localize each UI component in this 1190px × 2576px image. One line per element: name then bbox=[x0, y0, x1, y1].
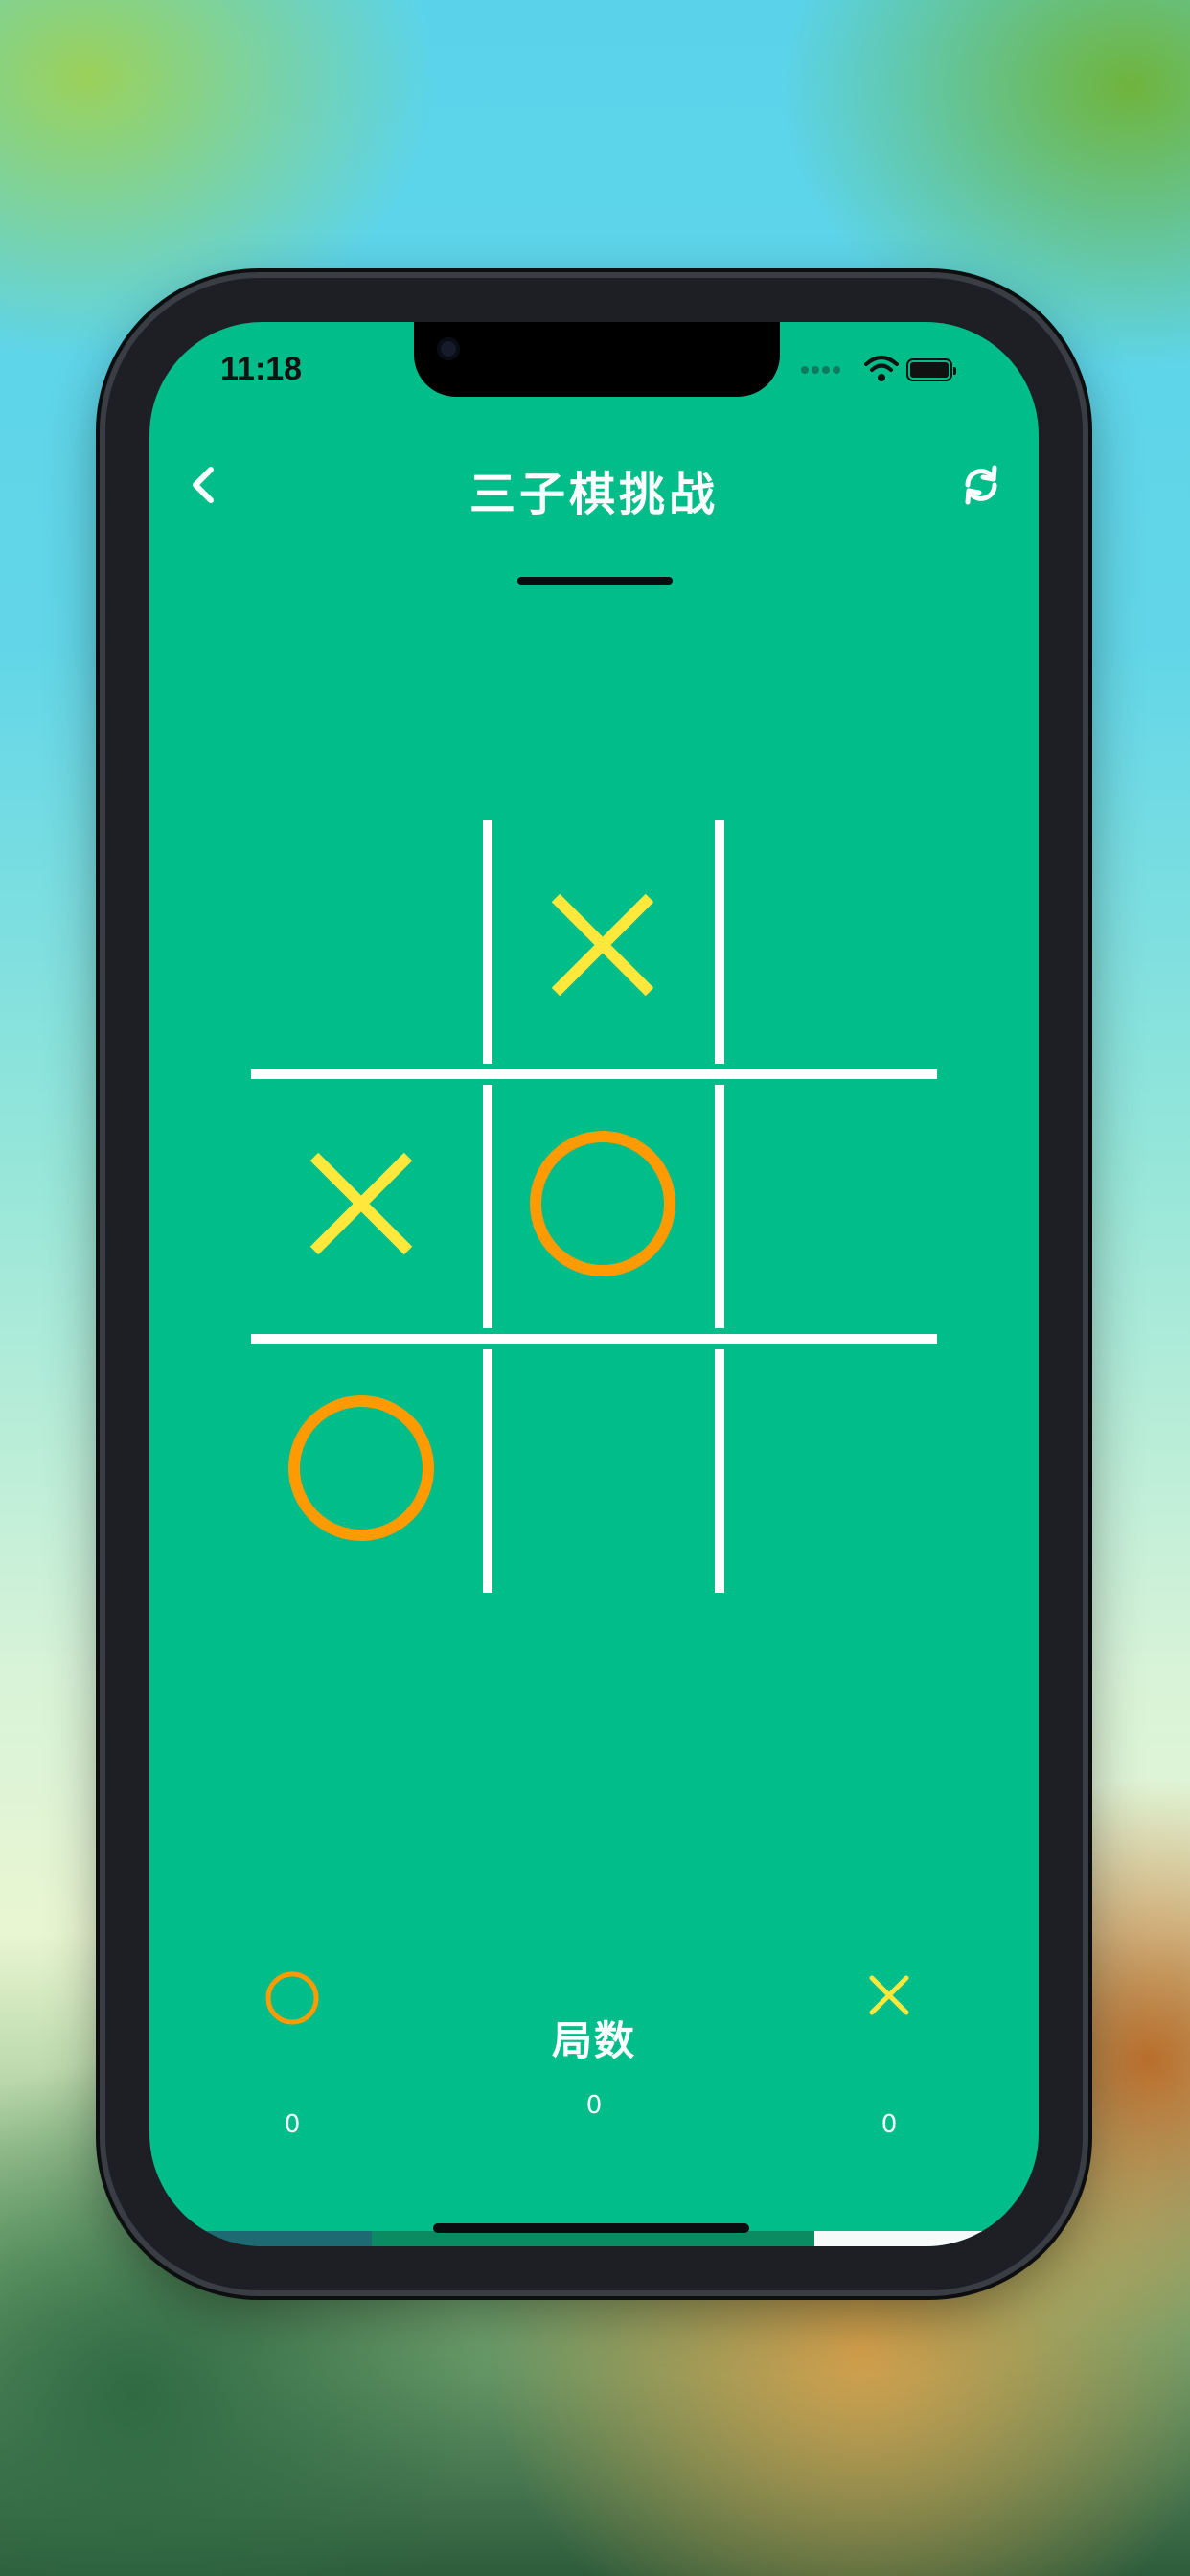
grid-line bbox=[715, 1085, 724, 1328]
app-screen: 11:18 三子棋挑战 局数 0 0 0 bbox=[149, 322, 1039, 2246]
board-cell[interactable] bbox=[724, 1353, 945, 1583]
notch bbox=[414, 322, 780, 397]
grid-line bbox=[483, 1349, 492, 1593]
volume-down-button bbox=[96, 1025, 103, 1169]
grid-line bbox=[483, 1085, 492, 1328]
grid-line bbox=[483, 820, 492, 1064]
wifi-icon bbox=[864, 356, 899, 381]
board-cell[interactable] bbox=[251, 1089, 471, 1319]
status-time: 11:18 bbox=[220, 351, 303, 387]
x-mark-icon bbox=[551, 893, 654, 997]
camera-icon bbox=[437, 337, 460, 360]
phone-frame: 11:18 三子棋挑战 局数 0 0 0 bbox=[105, 278, 1083, 2290]
rounds-count: 0 bbox=[585, 2091, 603, 2120]
o-mark-icon bbox=[288, 1395, 434, 1541]
x-score: 0 bbox=[881, 2110, 898, 2139]
speaker-grille bbox=[517, 577, 673, 585]
grid-line bbox=[715, 1349, 724, 1593]
x-mark-icon bbox=[309, 1152, 413, 1255]
grid-line bbox=[251, 1334, 937, 1344]
rounds-label: 局数 bbox=[551, 2017, 636, 2064]
o-mark-icon bbox=[530, 1131, 675, 1276]
o-score: 0 bbox=[284, 2110, 301, 2139]
board-cell[interactable] bbox=[492, 1089, 713, 1319]
grid-line bbox=[251, 1070, 937, 1079]
mute-switch bbox=[96, 685, 103, 757]
power-button bbox=[1083, 882, 1090, 1121]
x-player-icon bbox=[869, 1975, 909, 2015]
signal-icon bbox=[801, 366, 840, 374]
bottom-color-strip bbox=[149, 2231, 1039, 2246]
refresh-button[interactable] bbox=[952, 456, 1010, 514]
board-cell[interactable] bbox=[724, 830, 945, 1060]
board-cell[interactable] bbox=[251, 830, 471, 1060]
volume-up-button bbox=[96, 834, 103, 978]
battery-icon bbox=[906, 358, 956, 381]
game-board bbox=[251, 820, 937, 1595]
status-indicators bbox=[801, 355, 1002, 383]
board-cell[interactable] bbox=[251, 1353, 471, 1583]
home-indicator[interactable] bbox=[433, 2223, 749, 2233]
grid-line bbox=[715, 820, 724, 1064]
board-cell[interactable] bbox=[492, 830, 713, 1060]
page-title: 三子棋挑战 bbox=[469, 468, 719, 521]
board-cell[interactable] bbox=[492, 1353, 713, 1583]
board-cell[interactable] bbox=[724, 1089, 945, 1319]
